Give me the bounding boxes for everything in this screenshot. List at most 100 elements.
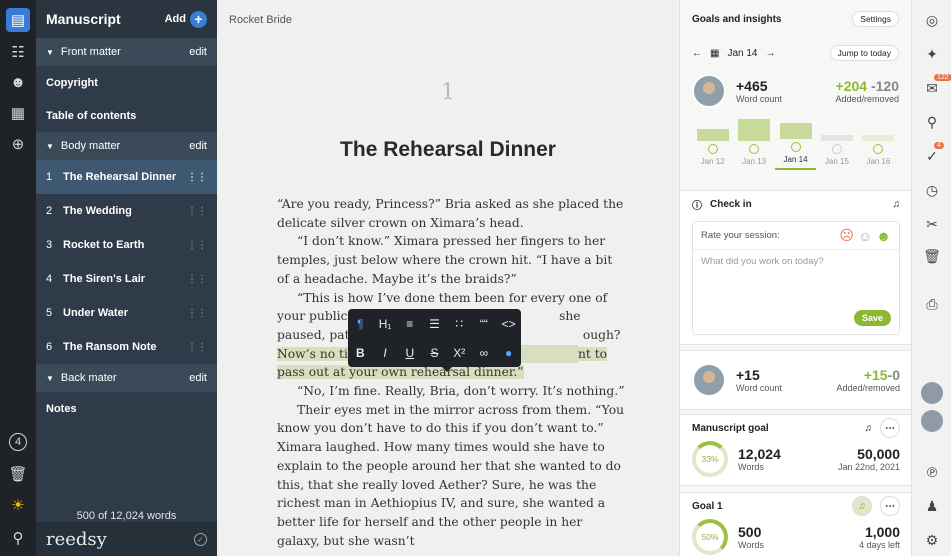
italic-icon[interactable]: I	[373, 338, 398, 367]
numbered-list-icon[interactable]: ∷	[447, 309, 472, 338]
edit-link[interactable]: edit	[189, 46, 207, 58]
drag-handle-icon[interactable]: ⋮⋮	[187, 342, 207, 353]
bold-icon[interactable]: B	[348, 338, 373, 367]
goal-target-icon[interactable]: ◎	[920, 8, 944, 32]
bell-icon[interactable]: ♫	[865, 423, 873, 434]
day-column[interactable]: Jan 15	[816, 114, 857, 170]
chapter-item[interactable]: 3 Rocket to Earth ⋮⋮	[36, 228, 217, 262]
goal-deadline: 4 days left	[858, 540, 900, 550]
paragraph[interactable]: “I don’t know.” Ximara pressed her finge…	[277, 232, 627, 288]
people-icon[interactable]: ♟	[920, 494, 944, 518]
sidebar-title: Manuscript	[46, 11, 121, 27]
add-button[interactable]: Add +	[165, 10, 207, 28]
sun-icon[interactable]: ☀	[6, 493, 30, 517]
chapter-title[interactable]: The Rehearsal Dinner	[217, 138, 679, 162]
check-in-header: ⓘ Check in ♫	[680, 191, 912, 217]
save-button[interactable]: Save	[853, 310, 891, 326]
collaborator-avatar[interactable]	[921, 410, 943, 432]
underline-icon[interactable]: U	[397, 338, 422, 367]
heading-icon[interactable]: H₁	[373, 309, 398, 338]
settings-button[interactable]: Settings	[852, 11, 899, 27]
drag-handle-icon[interactable]: ⋮⋮	[187, 308, 207, 319]
drag-handle-icon[interactable]: ⋮⋮	[187, 172, 207, 183]
bell-icon[interactable]: ♫	[852, 496, 872, 516]
comment-icon[interactable]: ●	[496, 338, 521, 367]
scissors-icon[interactable]: ✂	[920, 212, 944, 236]
strikethrough-icon[interactable]: S	[422, 338, 447, 367]
link-icon[interactable]: ∞	[472, 338, 497, 367]
next-day-icon[interactable]: →	[765, 48, 775, 59]
today-stats: +465 Word count +204 -120 Added/removed	[680, 68, 911, 114]
code-icon[interactable]: <>	[496, 309, 521, 338]
bell-icon[interactable]: ♫	[893, 199, 901, 210]
drag-handle-icon[interactable]: ⋮⋮	[187, 240, 207, 251]
goal-target: 50,000 Jan 22nd, 2021	[838, 446, 900, 472]
notification-count[interactable]: 4	[9, 433, 27, 451]
more-icon[interactable]: ⋯	[880, 496, 900, 516]
more-icon[interactable]: ⋯	[880, 418, 900, 438]
chapter-item[interactable]: 6 The Ransom Note ⋮⋮	[36, 330, 217, 364]
quote-icon[interactable]: ““	[472, 309, 497, 338]
clipboard-icon[interactable]: ☷	[6, 40, 30, 64]
sidebar-item-notes[interactable]: Notes	[36, 392, 217, 426]
editor-pane[interactable]: Rocket Bride 1 The Rehearsal Dinner “Are…	[217, 0, 679, 556]
collapse-icon[interactable]: ▼	[46, 374, 54, 383]
day-column[interactable]: Jan 16	[858, 114, 899, 170]
day-strip: Jan 12 Jan 13 Jan 14 Jan 15 Jan 16	[680, 114, 911, 170]
avatar	[692, 363, 726, 397]
edit-link[interactable]: edit	[189, 372, 207, 384]
search-icon[interactable]: ⚲	[920, 110, 944, 134]
session-notes-input[interactable]: What did you work on today?	[693, 250, 899, 273]
check-circle-icon[interactable]: ✓	[194, 532, 207, 546]
align-icon[interactable]: ≡	[397, 309, 422, 338]
day-column[interactable]: Jan 14	[774, 114, 817, 170]
trash-icon[interactable]: 🗑	[6, 462, 30, 486]
section-front-matter[interactable]: ▼ Front matter edit	[36, 38, 217, 66]
avatar	[692, 74, 726, 108]
chapter-item[interactable]: 2 The Wedding ⋮⋮	[36, 194, 217, 228]
section-body-matter[interactable]: ▼ Body matter edit	[36, 132, 217, 160]
chapter-item[interactable]: 4 The Siren's Lair ⋮⋮	[36, 262, 217, 296]
paragraph[interactable]: “Are you ready, Princess?” Bria asked as…	[277, 195, 627, 232]
paragraph-icon[interactable]: ¶	[348, 309, 373, 338]
chapter-item[interactable]: 1 The Rehearsal Dinner ⋮⋮	[36, 160, 217, 194]
chapter-item[interactable]: 5 Under Water ⋮⋮	[36, 296, 217, 330]
rss-icon[interactable]: ℗	[920, 460, 944, 484]
reedsy-logo: reedsy	[46, 528, 107, 550]
sidebar-item-copyright[interactable]: Copyright	[36, 66, 217, 99]
bullet-list-icon[interactable]: ☰	[422, 309, 447, 338]
drag-handle-icon[interactable]: ⋮⋮	[187, 274, 207, 285]
collapse-icon[interactable]: ▼	[46, 48, 54, 57]
alien-icon[interactable]: ☻	[6, 70, 30, 94]
pin-icon[interactable]: ✦	[920, 42, 944, 66]
print-icon[interactable]: ⎙	[920, 292, 944, 316]
paragraph[interactable]: “No, I’m fine. Really, Bria, don’t worry…	[277, 382, 627, 401]
happy-face-icon[interactable]: ☻	[876, 228, 891, 244]
collapse-icon[interactable]: ▼	[46, 142, 54, 151]
map-icon[interactable]: ▦	[6, 101, 30, 125]
trash-icon[interactable]: 🗑	[920, 244, 944, 268]
drag-handle-icon[interactable]: ⋮⋮	[187, 206, 207, 217]
add-icon[interactable]: ⊕	[6, 132, 30, 156]
manuscript-text[interactable]: “Are you ready, Princess?” Bria asked as…	[277, 195, 627, 550]
search-icon[interactable]: ⚲	[6, 526, 30, 550]
day-column[interactable]: Jan 12	[692, 114, 733, 170]
sidebar-item-toc[interactable]: Table of contents	[36, 99, 217, 132]
day-bar	[779, 123, 812, 139]
prev-day-icon[interactable]: ←	[692, 48, 702, 59]
edit-link[interactable]: edit	[189, 140, 207, 152]
sidebar-header: Manuscript Add +	[36, 0, 217, 38]
collaborator-avatar[interactable]	[921, 382, 943, 404]
superscript-icon[interactable]: X²	[447, 338, 472, 367]
neutral-face-icon[interactable]: ☺	[858, 228, 872, 244]
sad-face-icon[interactable]: ☹	[839, 227, 854, 244]
book-icon[interactable]: ▤	[6, 8, 30, 32]
history-icon[interactable]: ◷	[920, 178, 944, 202]
jump-today-button[interactable]: Jump to today	[829, 45, 899, 61]
paragraph[interactable]: Their eyes met in the mirror across from…	[277, 401, 627, 551]
settings-gear-icon[interactable]: ⚙	[920, 528, 944, 552]
section-back-matter[interactable]: ▼ Back mater edit	[36, 364, 217, 392]
day-column[interactable]: Jan 13	[733, 114, 774, 170]
day-label: Jan 14	[783, 155, 808, 164]
current-date[interactable]: Jan 14	[727, 48, 757, 59]
